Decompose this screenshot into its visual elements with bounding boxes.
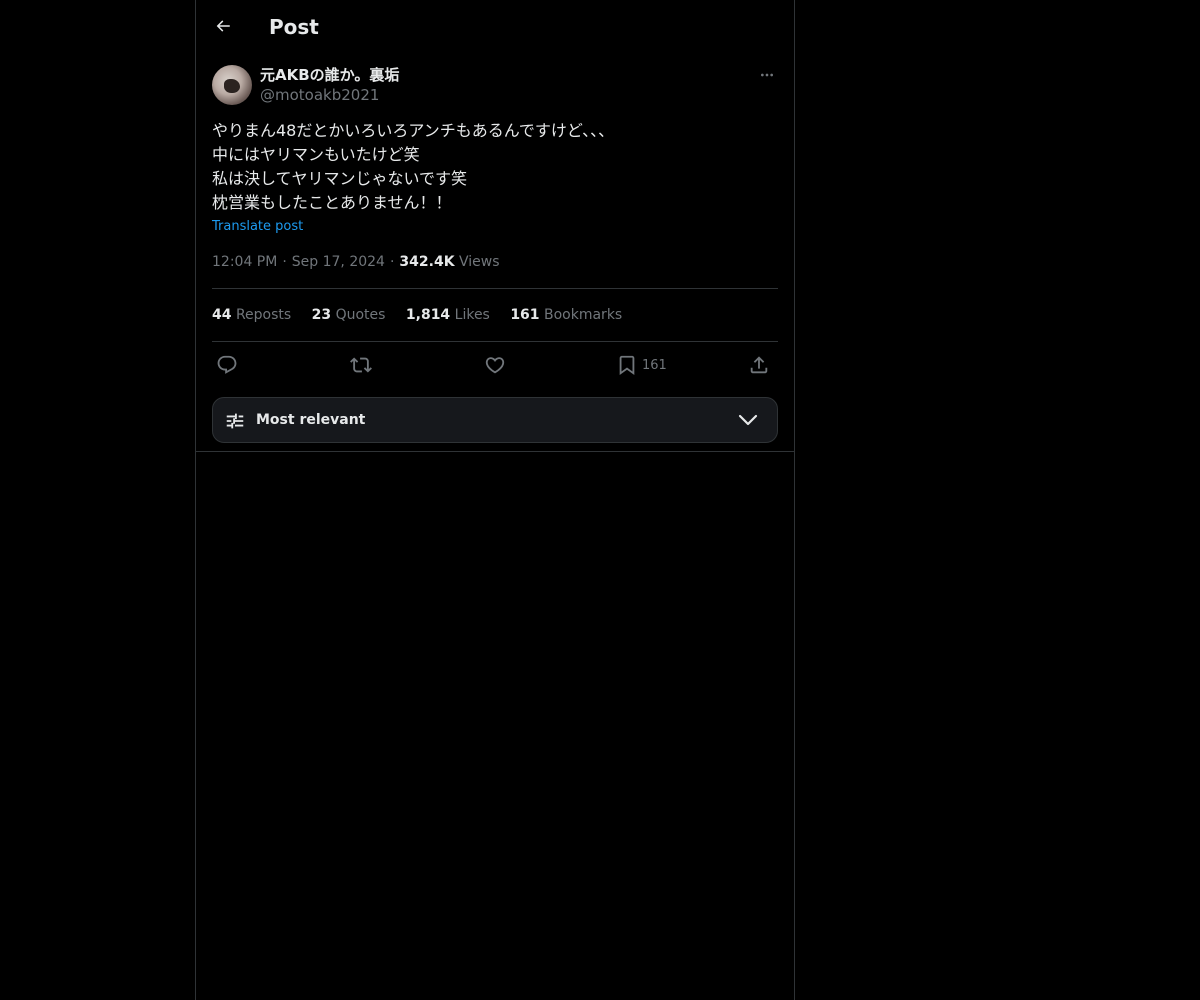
quotes-label: Quotes — [335, 307, 386, 323]
share-button[interactable] — [748, 353, 770, 377]
page-title: Post — [269, 15, 319, 39]
quotes-count: 23 — [311, 307, 332, 323]
bookmark-count: 161 — [642, 357, 667, 373]
chevron-down-icon — [738, 414, 758, 426]
page-header: Post — [196, 0, 794, 53]
more-options-button[interactable] — [756, 64, 778, 86]
avatar[interactable] — [212, 65, 252, 105]
heart-icon — [485, 357, 505, 374]
views-count: 342.4K — [399, 254, 455, 270]
bookmarks-label: Bookmarks — [544, 307, 623, 323]
repost-icon — [350, 357, 372, 373]
post-date[interactable]: Sep 17, 2024 — [292, 254, 385, 270]
more-horizontal-icon — [761, 73, 773, 77]
post-text-line: 枕営業もしたことありません！！ — [212, 193, 452, 212]
tune-icon — [226, 413, 244, 429]
sort-label: Most relevant — [256, 412, 366, 428]
author-handle[interactable]: @motoakb2021 — [260, 85, 379, 105]
bookmark-icon — [619, 355, 635, 376]
reply-icon — [217, 355, 237, 374]
back-button[interactable] — [208, 11, 238, 41]
divider — [212, 288, 778, 289]
post-text-line: 中にはヤリマンもいたけど笑 — [212, 145, 420, 164]
engagement-stats: 44 Reposts 23 Quotes 1,814 Likes 161 Boo… — [212, 305, 638, 325]
views-label: Views — [459, 254, 500, 270]
bookmarks-stat[interactable]: 161 Bookmarks — [510, 305, 622, 325]
quotes-stat[interactable]: 23 Quotes — [312, 305, 386, 325]
reply-button[interactable] — [216, 353, 238, 377]
likes-label: Likes — [454, 307, 490, 323]
reposts-count: 44 — [212, 307, 232, 323]
likes-stat[interactable]: 1,814 Likes — [406, 305, 490, 325]
sort-replies-dropdown[interactable]: Most relevant — [212, 397, 778, 443]
post-text-line: やりまん48だとかいろいろアンチもあるんですけど、、、 — [212, 121, 615, 140]
likes-count: 1,814 — [405, 307, 451, 323]
reposts-stat[interactable]: 44 Reposts — [212, 305, 291, 325]
post-time[interactable]: 12:04 PM — [212, 254, 277, 270]
divider — [212, 341, 778, 342]
separator-dot: · — [282, 254, 287, 270]
share-icon — [750, 356, 768, 374]
main-column: Post 元AKBの誰か。裏垢 @motoakb2021 やりまん48だとかいろ… — [195, 0, 795, 1000]
post-text-line: 私は決してヤリマンじゃないです笑 — [212, 169, 468, 188]
repost-button[interactable] — [350, 353, 372, 377]
post-text: やりまん48だとかいろいろアンチもあるんですけど、、、 中にはヤリマンもいたけど… — [212, 119, 778, 215]
author-display-name[interactable]: 元AKBの誰か。裏垢 — [260, 65, 399, 85]
bookmark-button[interactable]: 161 — [616, 353, 667, 377]
translate-post-link[interactable]: Translate post — [212, 218, 303, 236]
separator-dot: · — [389, 254, 395, 270]
action-bar: 161 — [212, 353, 778, 379]
like-button[interactable] — [484, 353, 506, 377]
bookmarks-count: 161 — [510, 307, 540, 323]
reposts-label: Reposts — [235, 307, 292, 323]
post-meta: 12:04 PM · Sep 17, 2024 · 342.4K Views — [212, 252, 500, 272]
arrow-left-icon — [216, 20, 230, 32]
divider — [196, 451, 794, 452]
